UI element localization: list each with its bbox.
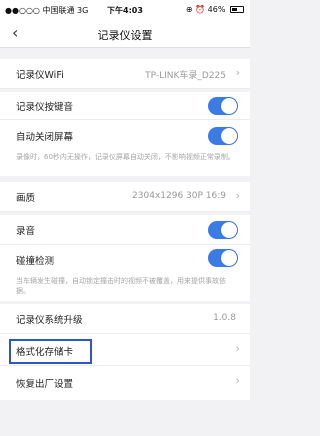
quality-value: 2304x1296 30P 16:9 [132, 191, 226, 201]
row-auto-screen-off: 自动关闭屏幕 录像时，60秒内无操作，记录仪屏幕自动关闭，不影响视频正常录制。 [0, 120, 250, 176]
chevron-right-icon: › [235, 189, 240, 202]
battery-label: ⊕ ⏰ 46% [185, 5, 226, 14]
row-audio: 录音 [0, 215, 250, 245]
wifi-label: 记录仪WiFi [16, 70, 64, 81]
status-bar: ●●○○○ 中国联通 3G 下午4:03 ⊕ ⏰ 46% [0, 0, 250, 20]
group-wifi: 记录仪WiFi TP-LINK车录_D225 › [0, 59, 250, 89]
row-wifi[interactable]: 记录仪WiFi TP-LINK车录_D225 › [0, 59, 250, 89]
page-title: 记录仪设置 [97, 29, 153, 42]
chevron-right-icon: › [235, 342, 240, 355]
group-quality: 画质 2304x1296 30P 16:9 › [0, 182, 250, 212]
factory-reset-label: 恢复出厂设置 [16, 379, 74, 390]
audio-label: 录音 [16, 226, 36, 237]
toggle-knob [221, 98, 237, 114]
key-sound-toggle[interactable] [208, 97, 238, 115]
firmware-label: 记录仪系统升级 [16, 315, 83, 326]
highlight-annotation-box [9, 339, 92, 364]
auto-screen-off-toggle[interactable] [208, 127, 238, 145]
row-key-sound: 记录仪按键音 [0, 92, 250, 120]
row-firmware[interactable]: 记录仪系统升级 1.0.8 [0, 304, 250, 334]
collision-label: 碰撞检测 [16, 256, 55, 267]
chevron-right-icon: › [235, 66, 240, 79]
chevron-right-icon: › [235, 374, 240, 387]
row-quality[interactable]: 画质 2304x1296 30P 16:9 › [0, 182, 250, 212]
row-factory-reset[interactable]: 恢复出厂设置 › [0, 366, 250, 400]
firmware-version: 1.0.8 [213, 313, 236, 323]
group-screen: 记录仪按键音 自动关闭屏幕 录像时，60秒内无操作，记录仪屏幕自动关闭，不影响视… [0, 92, 250, 176]
auto-screen-off-description: 录像时，60秒内无操作，记录仪屏幕自动关闭，不影响视频正常录制。 [16, 153, 235, 161]
group-recording: 录音 碰撞检测 当车辆发生碰撞，自动锁定撞击时的视频不被覆盖，用来提供事故依据。 [0, 215, 250, 301]
nav-bar: ‹ 记录仪设置 [0, 20, 250, 48]
status-right: ⊕ ⏰ 46% [186, 5, 244, 14]
battery-icon [230, 6, 244, 13]
toggle-knob [221, 128, 237, 144]
quality-label: 画质 [16, 193, 36, 204]
collision-toggle[interactable] [208, 249, 238, 267]
audio-toggle[interactable] [208, 221, 238, 239]
collision-description: 当车辆发生碰撞，自动锁定撞击时的视频不被覆盖，用来提供事故依据。 [16, 277, 226, 295]
toggle-knob [221, 250, 237, 266]
toggle-knob [221, 222, 237, 238]
auto-screen-off-label: 自动关闭屏幕 [16, 132, 74, 143]
wifi-value: TP-LINK车录_D225 [145, 71, 226, 81]
row-collision: 碰撞检测 当车辆发生碰撞，自动锁定撞击时的视频不被覆盖，用来提供事故依据。 [0, 245, 250, 301]
key-sound-label: 记录仪按键音 [16, 102, 74, 113]
